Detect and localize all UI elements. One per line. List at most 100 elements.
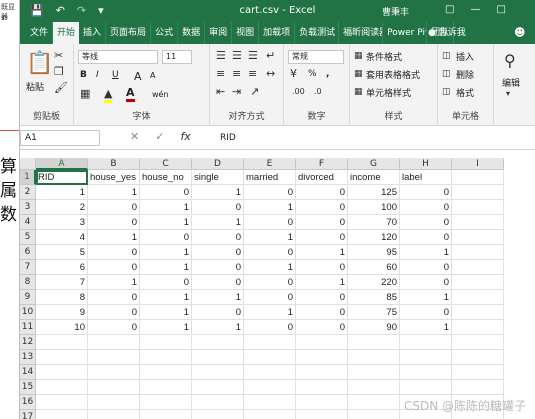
column-header-i[interactable]: I <box>452 158 504 170</box>
table-cell[interactable]: 1 <box>140 200 192 215</box>
table-cell[interactable] <box>192 335 244 350</box>
formula-input[interactable]: RID <box>220 133 236 143</box>
row-header[interactable]: 12 <box>20 335 36 350</box>
table-cell[interactable]: 90 <box>348 320 400 335</box>
row-header[interactable]: 13 <box>20 350 36 365</box>
table-cell[interactable]: 0 <box>296 290 348 305</box>
header-cell[interactable]: income <box>348 170 400 185</box>
percent-button[interactable]: % <box>308 69 317 79</box>
table-cell[interactable]: 3 <box>36 215 88 230</box>
table-cell[interactable] <box>400 380 452 395</box>
row-header[interactable]: 4 <box>20 215 36 230</box>
table-cell[interactable] <box>140 395 192 410</box>
table-cell[interactable]: 100 <box>348 200 400 215</box>
paste-icon[interactable]: 📋 <box>26 52 53 76</box>
header-cell[interactable]: RID <box>36 170 88 185</box>
bold-button[interactable]: B <box>80 70 87 80</box>
tab-foxit[interactable]: 福昕阅读器 <box>339 22 384 44</box>
search-icon[interactable]: ⚲ <box>504 52 516 70</box>
column-header-h[interactable]: H <box>400 158 452 170</box>
table-cell[interactable]: 1 <box>140 305 192 320</box>
tab-review[interactable]: 审阅 <box>205 22 233 44</box>
decrease-font-button[interactable]: A <box>150 71 155 80</box>
share-icon[interactable]: ☻ <box>514 22 525 44</box>
name-box[interactable]: A1 <box>20 130 100 146</box>
table-cell[interactable]: 7 <box>36 275 88 290</box>
tab-load-test[interactable]: 负载测试 <box>295 22 340 44</box>
table-cell[interactable]: 0 <box>400 305 452 320</box>
tab-data[interactable]: 数据 <box>178 22 206 44</box>
column-header-g[interactable]: G <box>348 158 400 170</box>
table-cell[interactable]: 220 <box>348 275 400 290</box>
table-cell[interactable] <box>192 380 244 395</box>
tab-page-layout[interactable]: 页面布局 <box>106 22 152 44</box>
cut-icon[interactable]: ✂ <box>54 50 63 62</box>
table-cell[interactable]: 0 <box>296 305 348 320</box>
table-cell[interactable] <box>192 365 244 380</box>
table-cell[interactable] <box>452 245 504 260</box>
table-cell[interactable]: 70 <box>348 215 400 230</box>
number-format-select[interactable]: 常规 <box>288 50 344 64</box>
table-cell[interactable] <box>452 215 504 230</box>
conditional-format-button[interactable]: 条件格式 <box>366 50 402 63</box>
format-cells-button[interactable]: 格式 <box>456 86 474 99</box>
table-cell[interactable]: 1 <box>400 320 452 335</box>
row-header[interactable]: 17 <box>20 410 36 419</box>
table-cell[interactable] <box>88 380 140 395</box>
row-header[interactable]: 14 <box>20 365 36 380</box>
tab-addins[interactable]: 加载项 <box>259 22 296 44</box>
header-cell[interactable]: house_yes <box>88 170 140 185</box>
row-header[interactable]: 9 <box>20 290 36 305</box>
tab-formulas[interactable]: 公式 <box>151 22 179 44</box>
table-cell[interactable] <box>140 335 192 350</box>
format-as-table-button[interactable]: 套用表格格式 <box>366 68 420 81</box>
delete-cells-button[interactable]: 删除 <box>456 68 474 81</box>
row-header[interactable]: 10 <box>20 305 36 320</box>
table-cell[interactable]: 0 <box>296 200 348 215</box>
minimize-icon[interactable]: — <box>470 4 480 15</box>
table-cell[interactable] <box>452 380 504 395</box>
table-cell[interactable] <box>452 365 504 380</box>
table-cell[interactable] <box>244 395 296 410</box>
table-cell[interactable] <box>400 365 452 380</box>
row-header[interactable]: 5 <box>20 230 36 245</box>
table-cell[interactable] <box>452 260 504 275</box>
table-cell[interactable]: 0 <box>88 215 140 230</box>
table-cell[interactable] <box>452 290 504 305</box>
font-color-icon[interactable]: A <box>126 87 135 102</box>
table-cell[interactable]: 1 <box>88 275 140 290</box>
table-cell[interactable]: 0 <box>244 290 296 305</box>
table-cell[interactable]: 0 <box>192 260 244 275</box>
table-cell[interactable]: 0 <box>296 260 348 275</box>
ribbon-display-icon[interactable]: □ <box>445 4 454 15</box>
header-cell[interactable] <box>452 170 504 185</box>
table-cell[interactable]: 95 <box>348 245 400 260</box>
row-header[interactable]: 11 <box>20 320 36 335</box>
format-painter-icon[interactable]: 🖌 <box>54 82 68 94</box>
table-cell[interactable]: 1 <box>400 290 452 305</box>
tab-view[interactable]: 视图 <box>232 22 260 44</box>
merge-center-icon[interactable]: ↔ <box>266 68 275 80</box>
table-cell[interactable] <box>296 395 348 410</box>
table-cell[interactable] <box>348 335 400 350</box>
table-cell[interactable]: 0 <box>400 275 452 290</box>
table-cell[interactable] <box>36 350 88 365</box>
tab-insert[interactable]: 插入 <box>79 22 107 44</box>
table-cell[interactable]: 0 <box>244 275 296 290</box>
table-cell[interactable]: 0 <box>88 320 140 335</box>
table-cell[interactable] <box>244 335 296 350</box>
table-cell[interactable]: 120 <box>348 230 400 245</box>
column-header-d[interactable]: D <box>192 158 244 170</box>
table-cell[interactable]: 0 <box>88 245 140 260</box>
table-cell[interactable]: 0 <box>296 185 348 200</box>
table-cell[interactable]: 0 <box>192 275 244 290</box>
confirm-icon[interactable]: ✓ <box>155 130 164 143</box>
column-header-f[interactable]: F <box>296 158 348 170</box>
align-left-icon[interactable]: ≡ <box>216 68 225 80</box>
table-cell[interactable]: 10 <box>36 320 88 335</box>
phonetic-button[interactable]: wén <box>152 90 169 99</box>
column-header-a[interactable]: A <box>36 158 88 170</box>
row-header[interactable]: 1 <box>20 170 36 185</box>
table-cell[interactable] <box>296 365 348 380</box>
table-cell[interactable]: 0 <box>88 260 140 275</box>
